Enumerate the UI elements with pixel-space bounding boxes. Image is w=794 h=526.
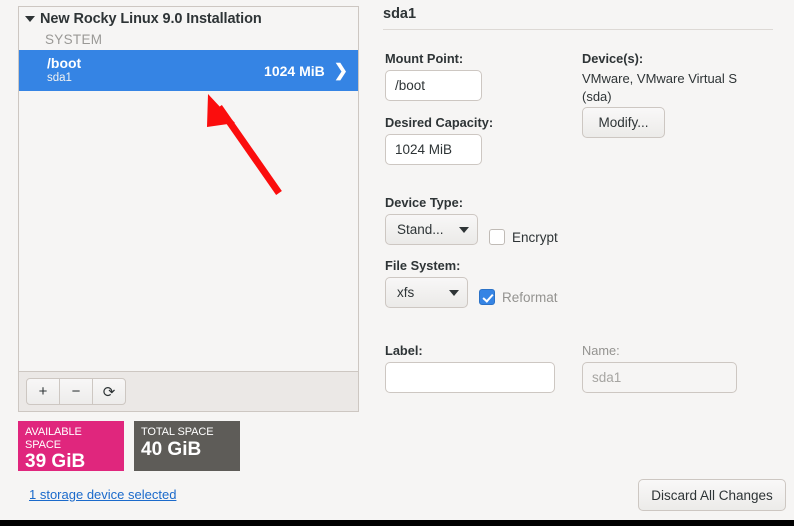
reformat-label: Reformat xyxy=(502,290,558,305)
add-mount-point-button[interactable]: + xyxy=(26,378,60,405)
storage-devices-selected-link[interactable]: 1 storage device selected xyxy=(29,487,176,502)
device-title: sda1 xyxy=(383,6,778,29)
chevron-down-icon xyxy=(459,227,469,233)
file-system-value: xfs xyxy=(397,285,441,300)
mount-point-list[interactable]: New Rocky Linux 9.0 Installation SYSTEM … xyxy=(18,6,359,372)
label-field-input[interactable] xyxy=(385,362,555,393)
encrypt-label: Encrypt xyxy=(512,230,558,245)
name-field-input[interactable]: sda1 xyxy=(582,362,737,393)
group-label-system: SYSTEM xyxy=(19,30,358,50)
refresh-icon[interactable]: ⟳ xyxy=(92,378,126,405)
installation-page-header-label: New Rocky Linux 9.0 Installation xyxy=(40,11,262,27)
mount-point-list-empty-area xyxy=(19,91,358,372)
available-space-badge: AVAILABLE SPACE 39 GiB xyxy=(18,421,124,471)
encrypt-checkbox[interactable]: Encrypt xyxy=(489,229,558,245)
name-field-label: Name: xyxy=(582,343,620,358)
mount-point-label: Mount Point: xyxy=(385,51,463,66)
device-type-label: Device Type: xyxy=(385,195,463,210)
device-type-value: Stand... xyxy=(397,222,451,237)
mount-point-row-texts: /boot sda1 xyxy=(47,56,81,85)
mount-point-panel: New Rocky Linux 9.0 Installation SYSTEM … xyxy=(18,6,361,412)
checkbox-icon[interactable] xyxy=(489,229,505,245)
mount-point-row-boot[interactable]: /boot sda1 1024 MiB ❯ xyxy=(19,50,358,91)
bottom-black-bar xyxy=(0,520,794,526)
mount-point-name: /boot xyxy=(47,56,81,71)
mount-point-device: sda1 xyxy=(47,72,81,84)
remove-mount-point-button[interactable]: − xyxy=(59,378,93,405)
discard-all-changes-button[interactable]: Discard All Changes xyxy=(638,479,786,511)
installation-page-header[interactable]: New Rocky Linux 9.0 Installation xyxy=(19,7,358,30)
devices-label: Device(s): xyxy=(582,51,643,66)
device-type-select[interactable]: Stand... xyxy=(385,214,478,245)
checkbox-checked-icon[interactable] xyxy=(479,289,495,305)
mount-point-toolbar: + − ⟳ xyxy=(18,372,359,412)
mount-point-size: 1024 MiB xyxy=(264,63,325,79)
desired-capacity-label: Desired Capacity: xyxy=(385,115,493,130)
chevron-down-icon[interactable] xyxy=(25,16,35,22)
title-divider xyxy=(383,29,773,30)
chevron-right-icon[interactable]: ❯ xyxy=(334,62,348,79)
file-system-label: File System: xyxy=(385,258,460,273)
total-space-badge: TOTAL SPACE 40 GiB xyxy=(134,421,240,471)
space-summary: AVAILABLE SPACE 39 GiB TOTAL SPACE 40 Gi… xyxy=(18,421,240,471)
device-details-panel: sda1 Mount Point: /boot Desired Capacity… xyxy=(383,6,778,456)
modify-button[interactable]: Modify... xyxy=(582,107,665,138)
desired-capacity-input[interactable]: 1024 MiB xyxy=(385,134,482,165)
total-space-caption: TOTAL SPACE xyxy=(141,426,233,439)
available-space-value: 39 GiB xyxy=(25,452,117,473)
devices-value: VMware, VMware Virtual S (sda) xyxy=(582,70,762,105)
file-system-select[interactable]: xfs xyxy=(385,277,468,308)
total-space-value: 40 GiB xyxy=(141,440,233,461)
label-field-label: Label: xyxy=(385,343,423,358)
mount-point-input[interactable]: /boot xyxy=(385,70,482,101)
reformat-checkbox[interactable]: Reformat xyxy=(479,289,558,305)
available-space-caption: AVAILABLE SPACE xyxy=(25,426,117,451)
chevron-down-icon xyxy=(449,290,459,296)
